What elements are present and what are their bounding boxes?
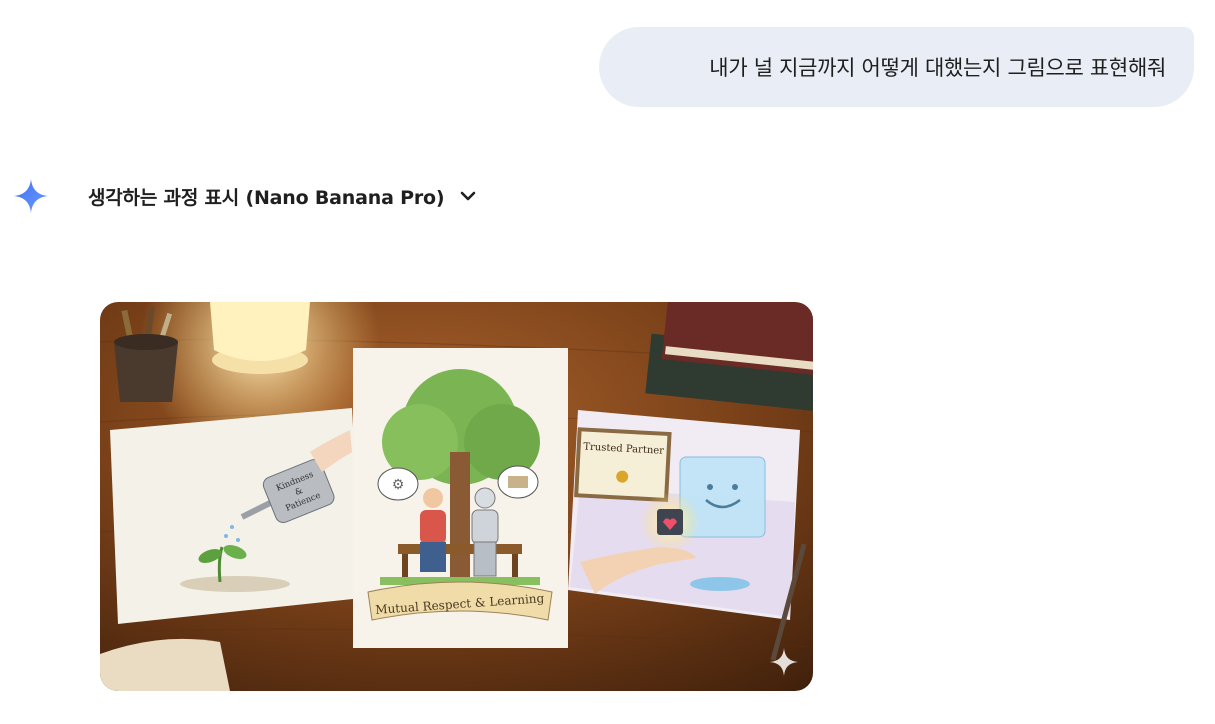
user-message-bubble: 내가 널 지금까지 어떻게 대했는지 그림으로 표현해줘: [599, 27, 1194, 107]
show-thinking-label: 생각하는 과정 표시 (Nano Banana Pro): [88, 186, 445, 209]
card-mutual-respect: ⚙ Mutual Respect & Learning: [353, 348, 568, 648]
card-trusted-partner: Trusted Partner: [568, 410, 800, 620]
gemini-spark-icon: [13, 178, 49, 214]
chevron-down-icon: [461, 191, 476, 201]
generated-image[interactable]: Kindness & Patience ⚙ Mutual Respect & L…: [100, 302, 813, 691]
stacked-books: [645, 302, 813, 412]
gear-icon: ⚙: [392, 477, 405, 493]
card-kindness: Kindness & Patience: [110, 408, 362, 624]
user-message-text: 내가 널 지금까지 어떻게 대했는지 그림으로 표현해줘: [709, 56, 1166, 80]
desk-lamp: [210, 302, 310, 374]
show-thinking-toggle[interactable]: 생각하는 과정 표시 (Nano Banana Pro): [88, 182, 478, 210]
